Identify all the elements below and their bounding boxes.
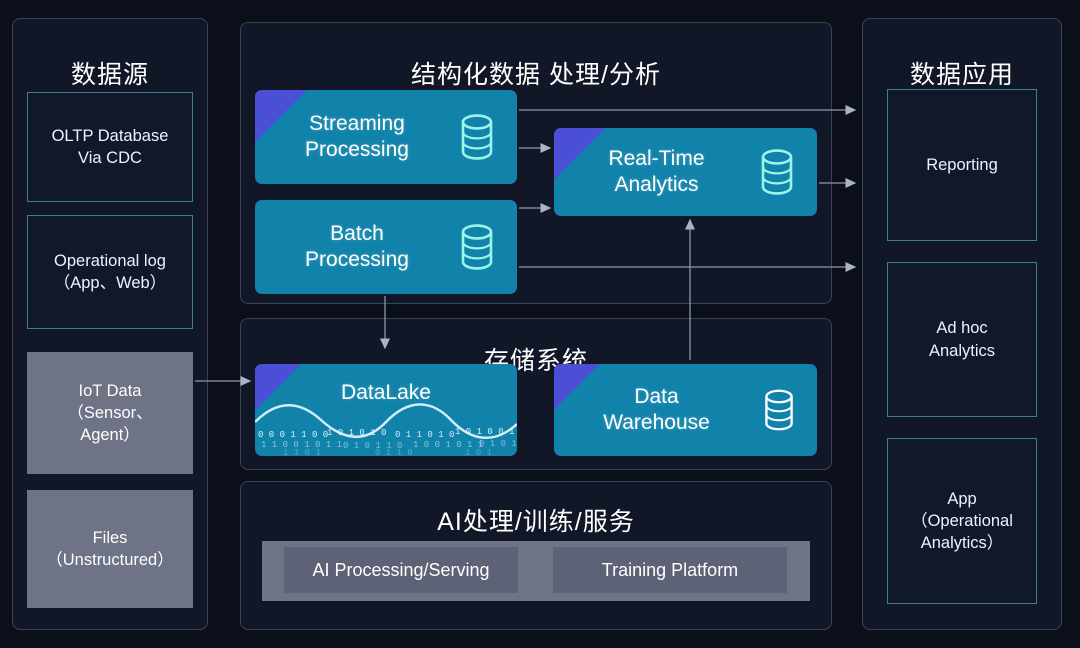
- card-datalake[interactable]: 0 0 0 1 1 0 0 1 0 1 0 1 0 0 1 1 0 1 0 1 …: [255, 364, 517, 456]
- panel-data-applications-title: 数据应用: [909, 61, 1014, 89]
- source-box-operational-log[interactable]: Operational log （App、Web）: [27, 215, 193, 329]
- app-box-reporting[interactable]: Reporting: [887, 89, 1037, 241]
- source-box-operational-log-label: Operational log （App、Web）: [53, 251, 167, 292]
- source-box-oltp-database[interactable]: OLTP Database Via CDC: [27, 92, 193, 202]
- database-icon: [461, 114, 493, 160]
- panel-ai-section-title: AI处理/训练/服务: [437, 508, 635, 536]
- app-box-reporting-label: Reporting: [926, 155, 998, 174]
- app-box-ad-hoc-analytics-label: Ad hoc Analytics: [928, 319, 996, 360]
- diagram-canvas: 数据源 OLTP Database Via CDC Operational lo…: [0, 0, 1080, 648]
- source-box-iot-data[interactable]: IoT Data （Sensor、 Agent）: [27, 352, 193, 474]
- source-box-files-label: Files （Unstructured）: [46, 528, 174, 569]
- chip-ai-processing-serving[interactable]: AI Processing/Serving: [284, 547, 518, 593]
- database-icon: [761, 149, 793, 195]
- source-box-files[interactable]: Files （Unstructured）: [27, 490, 193, 608]
- card-streaming-processing[interactable]: Streaming Processing: [255, 90, 517, 184]
- database-icon: [765, 389, 793, 431]
- card-data-warehouse[interactable]: Data Warehouse: [554, 364, 817, 456]
- card-real-time-analytics[interactable]: Real-Time Analytics: [554, 128, 817, 216]
- card-datalake-label: DataLake: [341, 381, 431, 404]
- chip-training-platform-label: Training Platform: [601, 559, 739, 580]
- panel-data-sources-title: 数据源: [70, 61, 149, 89]
- source-box-iot-data-label: IoT Data （Sensor、 Agent）: [67, 381, 153, 445]
- panel-structured-processing-title: 结构化数据 处理/分析: [411, 61, 661, 89]
- chip-training-platform[interactable]: Training Platform: [553, 547, 787, 593]
- source-box-oltp-database-label: OLTP Database Via CDC: [51, 126, 169, 167]
- app-box-ad-hoc-analytics[interactable]: Ad hoc Analytics: [887, 262, 1037, 417]
- app-box-app-operational-analytics[interactable]: App （Operational Analytics）: [887, 438, 1037, 604]
- app-box-app-operational-analytics-label: App （Operational Analytics）: [911, 489, 1013, 553]
- card-batch-processing[interactable]: Batch Processing: [255, 200, 517, 294]
- chip-ai-processing-serving-label: AI Processing/Serving: [312, 559, 490, 580]
- database-icon: [461, 224, 493, 270]
